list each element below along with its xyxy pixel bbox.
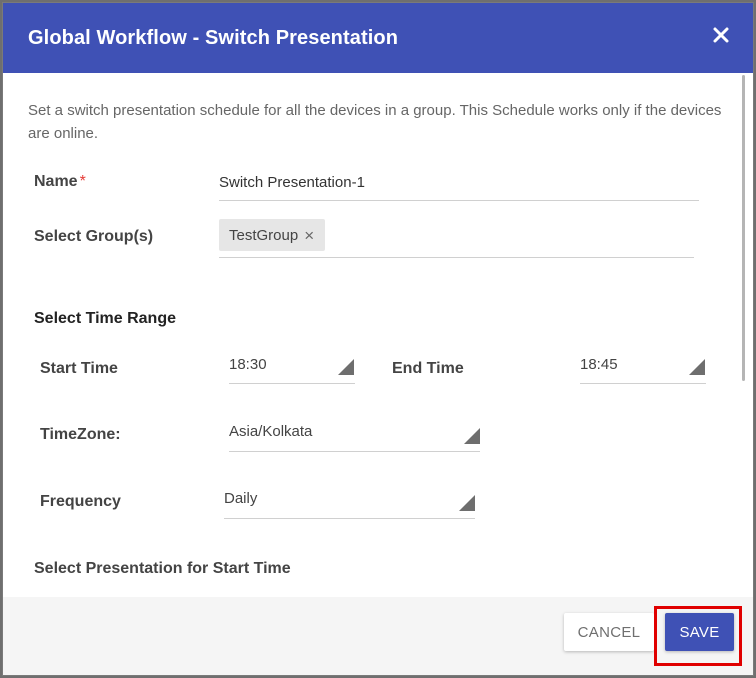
dropdown-arrow-icon[interactable] [459,495,475,511]
timezone-value: Asia/Kolkata [229,423,313,440]
frequency-select[interactable]: Daily [224,490,475,519]
group-chip-label: TestGroup [229,226,299,244]
dialog-header: Global Workflow - Switch Presentation [3,3,753,73]
timezone-underline [229,451,480,452]
start-time-select[interactable]: 18:30 [229,356,355,384]
switch-presentation-dialog: Global Workflow - Switch Presentation Se… [2,2,754,676]
scrollbar[interactable] [742,75,745,381]
frequency-underline [224,518,475,519]
timezone-select[interactable]: Asia/Kolkata [229,423,480,452]
remove-chip-icon[interactable]: × [304,227,314,244]
name-label-text: Name [34,173,78,190]
end-time-underline [580,383,706,384]
end-time-label: End Time [392,360,464,377]
dropdown-arrow-icon[interactable] [464,428,480,444]
start-time-label: Start Time [40,360,118,377]
start-time-value: 18:30 [229,356,267,373]
close-icon[interactable] [711,25,731,45]
dialog-title: Global Workflow - Switch Presentation [28,27,399,49]
frequency-value: Daily [224,490,258,507]
end-time-select[interactable]: 18:45 [580,356,706,384]
time-range-heading: Select Time Range [34,310,176,327]
groups-input-underline [219,257,694,258]
name-label: Name * [34,173,86,191]
frequency-label: Frequency [40,493,121,510]
dialog-content: Set a switch presentation schedule for a… [3,73,753,599]
presentation-heading: Select Presentation for Start Time [34,560,291,577]
required-marker: * [79,173,86,190]
group-chip[interactable]: TestGroup × [219,219,326,251]
save-button[interactable]: SAVE [665,613,734,651]
end-time-value: 18:45 [580,356,618,373]
dialog-description: Set a switch presentation schedule for a… [28,102,722,142]
timezone-label: TimeZone: [40,426,121,443]
dialog-footer: CANCEL SAVE [3,597,753,675]
name-input[interactable]: Switch Presentation-1 [219,174,365,191]
cancel-button[interactable]: CANCEL [564,613,654,651]
start-time-underline [229,383,355,384]
name-input-underline [219,200,699,201]
select-groups-label: Select Group(s) [34,228,154,245]
dropdown-arrow-icon[interactable] [689,359,705,375]
dropdown-arrow-icon[interactable] [338,359,354,375]
